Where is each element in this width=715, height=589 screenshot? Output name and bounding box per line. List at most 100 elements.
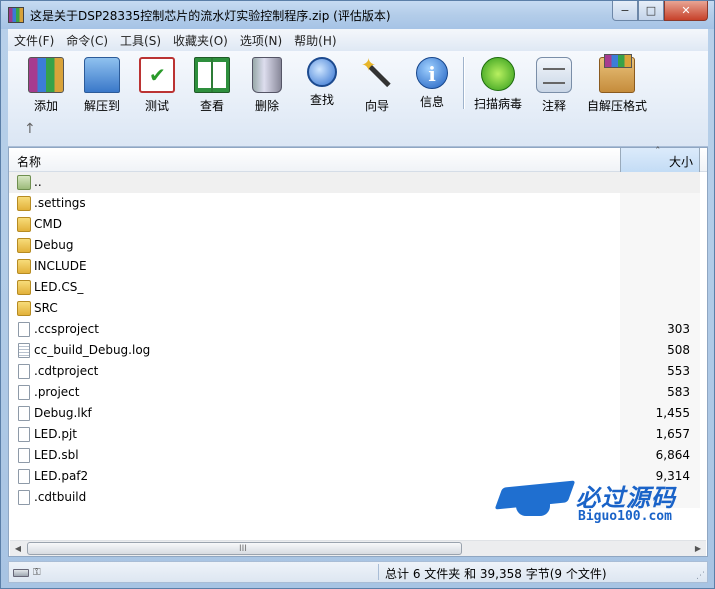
file-name: .settings	[34, 196, 86, 210]
trash-icon	[252, 57, 282, 93]
file-icon	[18, 406, 30, 421]
list-item[interactable]: .settings	[9, 193, 700, 214]
up-folder-button[interactable]: ↑	[24, 121, 36, 137]
file-icon	[18, 427, 30, 442]
key-icon[interactable]: ⚿	[33, 568, 49, 578]
file-name: LED.CS_	[34, 280, 84, 294]
list-item[interactable]: .cdtproject 553	[9, 361, 700, 382]
menu-options[interactable]: 选项(N)	[234, 32, 288, 49]
comment-label: 注释	[541, 99, 566, 113]
watermark-subtitle: Biguo100.com	[578, 509, 672, 524]
file-name: .cdtbuild	[34, 490, 87, 504]
title-bar[interactable]: 这是关于DSP28335控制芯片的流水灯实验控制程序.zip (评估版本) − …	[1, 1, 714, 29]
status-bar: ⚿ 总计 6 文件夹 和 39,358 字节(9 个文件) ⋰	[8, 561, 708, 583]
sfx-button[interactable]: 自解压格式	[581, 54, 653, 114]
folder-icon	[17, 196, 31, 211]
list-item[interactable]: cc_build_Debug.log 508	[9, 340, 700, 361]
drive-icon[interactable]	[13, 569, 29, 577]
file-name: LED.pjt	[34, 427, 77, 441]
test-button[interactable]: 测试	[129, 55, 185, 114]
scroll-left-icon[interactable]: ◀	[10, 541, 26, 557]
file-name: ..	[34, 175, 42, 189]
comment-button[interactable]: 注释	[526, 55, 582, 114]
file-icon	[18, 364, 30, 379]
scroll-right-icon[interactable]: ▶	[690, 541, 706, 557]
file-size: 1,657	[655, 427, 690, 441]
column-name-header[interactable]: 名称	[17, 153, 41, 170]
test-icon	[139, 57, 175, 93]
winrar-app-icon[interactable]	[8, 7, 24, 23]
folder-icon	[17, 259, 31, 274]
list-item[interactable]: CMD	[9, 214, 700, 235]
file-size: 553	[667, 364, 690, 378]
list-item[interactable]: INCLUDE	[9, 256, 700, 277]
parent-folder-icon	[17, 175, 31, 190]
folder-icon	[17, 301, 31, 316]
wizard-label: 向导	[364, 99, 389, 113]
virus-scan-icon	[481, 57, 515, 91]
column-size-label: 大小	[668, 155, 693, 169]
add-archive-icon	[28, 57, 64, 93]
watermark-title: 必过源码	[576, 484, 676, 512]
resize-grip-icon[interactable]: ⋰	[696, 571, 705, 581]
find-button[interactable]: 查找	[294, 55, 350, 108]
close-button[interactable]: ✕	[664, 1, 708, 21]
status-divider	[378, 564, 379, 580]
file-name: .project	[34, 385, 80, 399]
folder-icon	[17, 217, 31, 232]
file-name: INCLUDE	[34, 259, 87, 273]
menu-favorites[interactable]: 收藏夹(O)	[167, 32, 234, 49]
file-name: .cdtproject	[34, 364, 99, 378]
list-item[interactable]: LED.CS_	[9, 277, 700, 298]
sfx-box-icon	[599, 54, 635, 93]
file-name: Debug.lkf	[34, 406, 92, 420]
file-size: 1,455	[655, 406, 690, 420]
scrollbar-grip-icon: III	[239, 544, 247, 554]
file-size: 6,864	[655, 448, 690, 462]
menu-help[interactable]: 帮助(H)	[288, 32, 342, 49]
view-button[interactable]: 查看	[184, 55, 240, 114]
file-icon	[18, 322, 30, 337]
minimize-button[interactable]: −	[612, 1, 638, 21]
file-icon	[18, 469, 30, 484]
extract-to-button[interactable]: 解压到	[74, 55, 130, 114]
file-size: 303	[667, 322, 690, 336]
list-item[interactable]: LED.pjt 1,657	[9, 424, 700, 445]
horizontal-scrollbar[interactable]: ◀ III ▶	[10, 540, 706, 556]
wizard-button[interactable]: 向导	[349, 55, 405, 114]
extract-to-label: 解压到	[83, 99, 120, 113]
window-controls: − □ ✕	[612, 1, 708, 21]
view-book-icon	[194, 57, 230, 93]
toolbar-separator	[463, 57, 465, 109]
list-item[interactable]: LED.sbl 6,864	[9, 445, 700, 466]
virus-scan-button[interactable]: 扫描病毒	[469, 55, 527, 112]
info-label: 信息	[419, 95, 444, 109]
file-icon	[18, 490, 30, 505]
app-window: 这是关于DSP28335控制芯片的流水灯实验控制程序.zip (评估版本) − …	[0, 0, 715, 589]
file-name: .ccsproject	[34, 322, 99, 336]
view-label: 查看	[199, 99, 224, 113]
list-item[interactable]: Debug.lkf 1,455	[9, 403, 700, 424]
list-item[interactable]: .ccsproject 303	[9, 319, 700, 340]
add-button[interactable]: 添加	[18, 55, 74, 114]
list-item[interactable]: Debug	[9, 235, 700, 256]
file-name: LED.sbl	[34, 448, 79, 462]
info-button[interactable]: i 信息	[404, 55, 460, 110]
sort-ascending-icon: ˆ	[655, 145, 661, 158]
window-title: 这是关于DSP28335控制芯片的流水灯实验控制程序.zip (评估版本)	[30, 9, 391, 23]
column-size-header[interactable]: ˆ 大小	[620, 145, 700, 172]
scrollbar-thumb[interactable]: III	[27, 542, 462, 555]
maximize-button[interactable]: □	[638, 1, 664, 21]
folder-icon	[17, 280, 31, 295]
delete-button[interactable]: 删除	[239, 55, 295, 114]
file-name: CMD	[34, 217, 62, 231]
list-item-parent[interactable]: ..	[9, 172, 700, 193]
status-summary: 总计 6 文件夹 和 39,358 字节(9 个文件)	[385, 567, 607, 581]
menu-commands[interactable]: 命令(C)	[60, 32, 114, 49]
menu-tools[interactable]: 工具(S)	[114, 32, 167, 49]
list-item[interactable]: SRC	[9, 298, 700, 319]
file-icon	[18, 385, 30, 400]
menu-file[interactable]: 文件(F)	[8, 32, 60, 49]
file-size: 583	[667, 385, 690, 399]
list-item[interactable]: .project 583	[9, 382, 700, 403]
